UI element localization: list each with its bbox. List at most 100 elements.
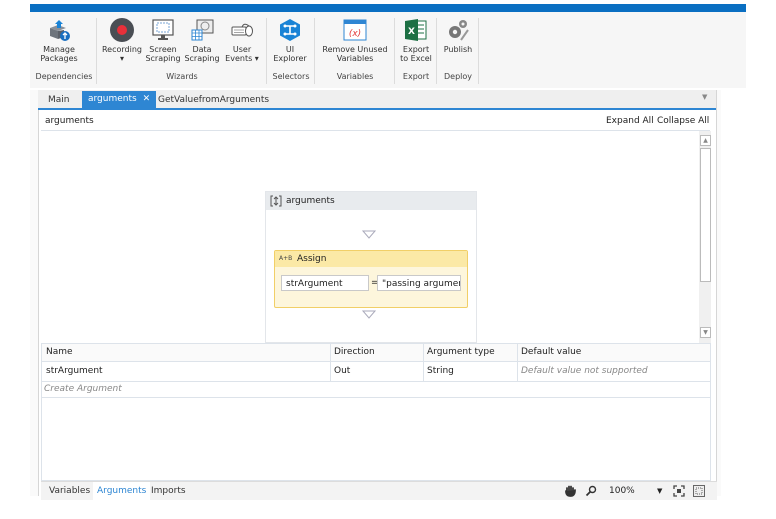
ui-explorer-button[interactable]: UI Explorer <box>270 18 310 63</box>
left-panel-edge <box>30 90 39 496</box>
close-icon[interactable]: ✕ <box>143 94 151 104</box>
ribbon-separator <box>266 18 267 84</box>
sequence-title: arguments <box>286 196 335 206</box>
tab-arguments-panel[interactable]: Arguments <box>93 482 151 500</box>
ribbon-separator <box>478 18 479 84</box>
zoom-dropdown-icon[interactable]: ▼ <box>657 487 662 495</box>
keyboard-mouse-icon <box>230 18 254 42</box>
assign-value-field[interactable]: "passing argument <box>377 275 461 291</box>
group-selectors: Selectors <box>272 72 310 81</box>
svg-text:X: X <box>408 27 415 37</box>
ribbon-separator <box>314 18 315 84</box>
overview-icon[interactable] <box>693 485 705 500</box>
publish-button[interactable]: Publish <box>440 18 476 55</box>
assign-header: A+B Assign <box>275 251 467 267</box>
tab-getvaluefromarguments-label: GetValuefromArguments <box>158 95 270 105</box>
create-argument-link[interactable]: Create Argument <box>44 384 122 394</box>
arguments-table-header: Name Direction Argument type Default val… <box>42 344 710 362</box>
record-icon <box>110 18 134 42</box>
publish-label: Publish <box>443 45 473 54</box>
package-icon <box>47 18 71 42</box>
argument-type[interactable]: String <box>423 363 517 380</box>
chevron-down-icon: ▾ <box>119 53 124 63</box>
sequence-icon <box>270 195 282 210</box>
assign-to-field[interactable]: strArgument <box>281 275 369 291</box>
column-header-default-value[interactable]: Default value <box>517 344 707 361</box>
column-divider <box>423 344 424 382</box>
column-header-argument-type[interactable]: Argument type <box>423 344 517 361</box>
data-scraping-button[interactable]: Data Scraping <box>182 18 222 63</box>
group-deploy: Deploy <box>443 72 472 81</box>
ui-explorer-icon <box>278 18 302 42</box>
export-to-excel-button[interactable]: X Export to Excel <box>398 18 434 63</box>
assign-activity[interactable]: A+B Assign strArgument = "passing argume… <box>274 250 468 308</box>
vertical-scrollbar[interactable]: ▲ ▼ <box>699 131 711 343</box>
ribbon-separator <box>96 18 97 84</box>
group-variables: Variables <box>336 72 374 81</box>
sequence-header: arguments <box>266 192 476 210</box>
screen-scraping-button[interactable]: Screen Scraping <box>144 18 182 63</box>
tab-getvaluefromarguments[interactable]: GetValuefromArguments <box>152 93 275 108</box>
scroll-thumb[interactable] <box>700 148 711 282</box>
group-export: Export <box>402 72 430 81</box>
remove-unused-variables-label-2: Variables <box>336 53 374 63</box>
document-tabs: Main arguments ✕ GetValuefromArguments ▼ <box>38 90 716 110</box>
manage-packages-button[interactable]: Manage Packages <box>36 18 82 63</box>
group-wizards: Wizards <box>166 72 198 81</box>
sequence-activity[interactable]: arguments A+B Assign strArgument = "pass… <box>265 191 477 343</box>
title-bar <box>30 4 746 12</box>
screen-scraping-icon <box>151 18 175 42</box>
ribbon-separator <box>394 18 395 84</box>
ribbon: Manage Packages Recording ▾ Screen Scrap… <box>30 12 746 88</box>
arguments-panel: Name Direction Argument type Default val… <box>41 343 711 481</box>
column-divider <box>517 344 518 382</box>
drop-arrow-icon <box>361 230 377 242</box>
screen-scraping-label-2: Scraping <box>145 53 181 63</box>
fit-to-screen-icon[interactable] <box>673 485 685 500</box>
ribbon-separator <box>436 18 437 84</box>
designer-bottom-bar: Variables Arguments Imports 100% ▼ <box>41 481 717 500</box>
column-header-direction[interactable]: Direction <box>330 344 423 361</box>
column-divider <box>330 344 331 382</box>
svg-text:(x): (x) <box>349 29 361 39</box>
recording-button[interactable]: Recording ▾ <box>100 18 144 63</box>
tab-arguments-label: arguments <box>88 94 137 104</box>
gears-icon <box>446 18 470 42</box>
table-row[interactable]: strArgument Out String Default value not… <box>42 362 710 382</box>
export-to-excel-label-2: to Excel <box>400 53 432 63</box>
variables-icon: (x) <box>343 18 367 42</box>
tab-main[interactable]: Main <box>42 93 76 108</box>
argument-direction[interactable]: Out <box>330 363 423 380</box>
drop-arrow-icon <box>361 310 377 322</box>
excel-icon: X <box>404 18 428 42</box>
remove-unused-variables-button[interactable]: (x) Remove Unused Variables <box>318 18 392 63</box>
user-events-button[interactable]: User Events ▾ <box>222 18 262 63</box>
zoom-level[interactable]: 100% <box>609 486 635 496</box>
argument-default-value[interactable]: Default value not supported <box>517 363 707 380</box>
expand-all-link[interactable]: Expand All <box>606 116 654 126</box>
data-scraping-label-2: Scraping <box>184 53 220 63</box>
tab-imports[interactable]: Imports <box>147 482 190 500</box>
column-header-name[interactable]: Name <box>42 344 330 361</box>
argument-name[interactable]: strArgument <box>42 363 330 380</box>
ui-explorer-label-2: Explorer <box>273 53 307 63</box>
breadcrumb-bar: arguments Expand All Collapse All <box>41 112 710 131</box>
scroll-down-button[interactable]: ▼ <box>700 327 711 338</box>
create-argument-row[interactable]: Create Argument <box>42 382 710 398</box>
assign-title: Assign <box>297 254 327 264</box>
tab-variables[interactable]: Variables <box>45 482 94 500</box>
hand-pan-icon[interactable] <box>565 485 576 500</box>
tab-main-label: Main <box>48 95 70 105</box>
data-scraping-icon <box>190 18 214 42</box>
breadcrumb[interactable]: arguments <box>45 116 94 126</box>
group-dependencies: Dependencies <box>35 72 93 81</box>
tabs-dropdown-icon[interactable]: ▼ <box>702 93 707 101</box>
user-events-label-2: Events ▾ <box>225 53 259 63</box>
collapse-all-link[interactable]: Collapse All <box>657 116 709 126</box>
assign-icon: A+B <box>279 255 293 262</box>
right-panel-edge <box>716 90 721 496</box>
zoom-search-icon[interactable] <box>585 485 597 500</box>
scroll-up-button[interactable]: ▲ <box>700 135 711 146</box>
manage-packages-label-2: Packages <box>40 53 78 63</box>
tab-arguments[interactable]: arguments ✕ <box>82 91 157 108</box>
